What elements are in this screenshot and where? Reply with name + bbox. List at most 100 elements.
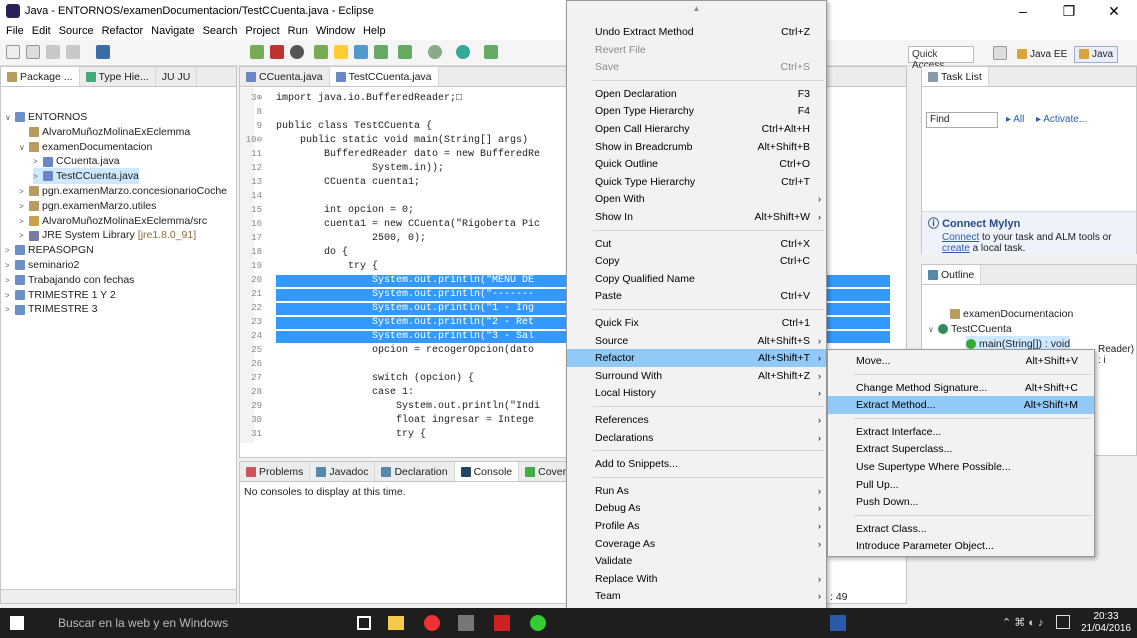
code-line[interactable]: case 1: [276,387,414,399]
file-explorer-icon[interactable] [388,616,404,630]
code-line[interactable]: System.in)); [276,163,444,175]
code-line[interactable]: CCuenta cuenta1; [276,177,420,189]
tab-task-list[interactable]: Task List [922,67,989,86]
new-wizard-icon[interactable] [26,45,40,59]
search-tool-icon[interactable] [334,45,348,59]
menu-scroll-up-icon[interactable]: ▲ [567,4,826,13]
tree-item[interactable]: > REPASOPGN [5,242,94,258]
tree-item[interactable]: > seminario2 [5,257,79,273]
code-line[interactable]: BufferedReader dato = new BufferedRe [276,149,540,161]
menu-search[interactable]: Search [199,25,242,37]
menu-item[interactable]: Local History › [567,384,826,402]
menu-item[interactable]: Quick Type Hierarchy Ctrl+T [567,173,826,191]
menu-item[interactable]: Quick Fix Ctrl+1 [567,314,826,332]
task-view-icon[interactable] [357,616,371,630]
menu-item[interactable]: Use Supertype Where Possible... [828,458,1094,476]
tab-outline[interactable]: Outline [922,265,982,284]
code-line[interactable]: System.out.println("Indi [276,401,540,413]
menu-item[interactable]: Source Alt+Shift+S › [567,332,826,350]
tree-item[interactable]: > AlvaroMuñozMolinaExEclemma/src [19,213,207,229]
tab-type-hierarchy[interactable]: Type Hie... [80,67,156,86]
tree-item[interactable]: > TRIMESTRE 3 [5,301,97,317]
menu-item[interactable]: Copy Qualified Name [567,270,826,288]
perspective-java-ee[interactable]: Java EE [1012,46,1072,63]
chevron-down-icon[interactable]: ∨ [5,110,15,126]
menu-source[interactable]: Source [55,25,98,37]
save-icon[interactable] [46,45,60,59]
close-button[interactable]: ✕ [1091,0,1137,22]
menu-item[interactable]: Coverage As › [567,535,826,553]
menu-item[interactable]: Surround With Alt+Shift+Z › [567,367,826,385]
filezilla-icon[interactable] [494,615,510,631]
app-green-icon[interactable] [530,615,546,631]
menu-item[interactable]: Team › [567,587,826,605]
open-type-icon[interactable] [354,45,368,59]
menu-item[interactable]: Quick Outline Ctrl+O [567,155,826,173]
menu-item[interactable]: Extract Superclass... [828,440,1094,458]
word-icon[interactable] [830,615,846,631]
skip-breakpoints-icon[interactable] [270,45,284,59]
code-line[interactable]: import java.io.BufferedReader;□ [276,93,462,105]
menu-item[interactable]: Extract Interface... [828,423,1094,441]
tab-console[interactable]: Console [454,462,520,481]
code-line[interactable]: float ingresar = Intege [276,415,534,427]
chevron-down-icon[interactable]: ∨ [19,140,29,156]
menu-item[interactable]: Cut Ctrl+X [567,235,826,253]
tree-item[interactable]: > pgn.examenMarzo.utiles [19,198,156,214]
menu-item[interactable]: Add to Snippets... [567,455,826,473]
menu-item[interactable]: Pull Up... [828,476,1094,494]
menu-project[interactable]: Project [241,25,283,37]
run-icon[interactable] [428,45,442,59]
horizontal-scrollbar[interactable] [1,589,236,603]
notifications-icon[interactable] [1056,615,1070,629]
tree-item[interactable]: > TestCCuenta.java [33,168,139,185]
system-tray-icons[interactable]: ⌃ ⌘ ◐ ♪ [1002,616,1044,629]
code-line[interactable]: do { [276,247,348,259]
new-icon[interactable] [6,45,20,59]
run-as-icon[interactable] [456,45,470,59]
tab-junit[interactable]: JU JU [156,67,198,86]
minimize-button[interactable]: – [1000,0,1046,22]
menu-item[interactable]: Open Call Hierarchy Ctrl+Alt+H [567,120,826,138]
new-class-icon[interactable] [374,45,388,59]
menu-refactor[interactable]: Refactor [98,25,148,37]
open-perspective-icon[interactable] [993,46,1007,60]
menu-item[interactable]: Profile As › [567,517,826,535]
menu-item[interactable]: Open Type Hierarchy F4 [567,102,826,120]
code-line[interactable]: switch (opcion) { [276,373,474,385]
create-task-link[interactable]: create [942,243,970,254]
code-line[interactable]: try { [276,261,378,273]
menu-item[interactable]: Change Method Signature... Alt+Shift+C [828,379,1094,397]
outline-item-package[interactable]: examenDocumentacion [950,306,1073,322]
terminal-icon[interactable] [96,45,110,59]
code-line[interactable]: 2500, 0); [276,233,426,245]
tree-item[interactable]: ∨ ENTORNOS [5,109,87,125]
menu-run[interactable]: Run [284,25,312,37]
new-package-icon[interactable] [398,45,412,59]
tree-item[interactable]: > CCuenta.java [33,153,120,169]
menu-item[interactable]: Extract Class... [828,520,1094,538]
tab-ccuenta[interactable]: CCuenta.java [240,67,330,86]
code-line[interactable]: try { [276,429,426,441]
menu-file[interactable]: File [2,25,28,37]
menu-item[interactable]: Show In Alt+Shift+W › [567,208,826,226]
menu-item[interactable]: Refactor Alt+Shift+T › [567,349,826,368]
tab-problems[interactable]: Problems [240,462,311,481]
menu-item[interactable]: Undo Extract Method Ctrl+Z [567,23,826,41]
menu-item[interactable]: Replace With › [567,570,826,588]
debug-icon[interactable] [250,45,264,59]
clock[interactable]: 20:33 21/04/2016 [1078,611,1134,635]
tool-app-icon[interactable] [458,615,474,631]
menu-item[interactable]: Extract Method... Alt+Shift+M [828,396,1094,415]
windows-start-icon[interactable] [10,616,24,630]
menu-item[interactable]: Open With › [567,190,826,208]
code-line[interactable]: opcion = recogerOpcion(dato [276,345,534,357]
tab-testccuenta[interactable]: TestCCuenta.java [329,67,439,86]
chevron-right-icon[interactable]: > [5,302,15,318]
menu-navigate[interactable]: Navigate [147,25,198,37]
code-line[interactable]: int opcion = 0; [276,205,414,217]
maximize-button[interactable]: ❐ [1046,0,1092,22]
tab-declaration[interactable]: Declaration [375,462,455,481]
run-last-icon[interactable] [290,45,304,59]
menu-item[interactable]: Copy Ctrl+C [567,252,826,270]
